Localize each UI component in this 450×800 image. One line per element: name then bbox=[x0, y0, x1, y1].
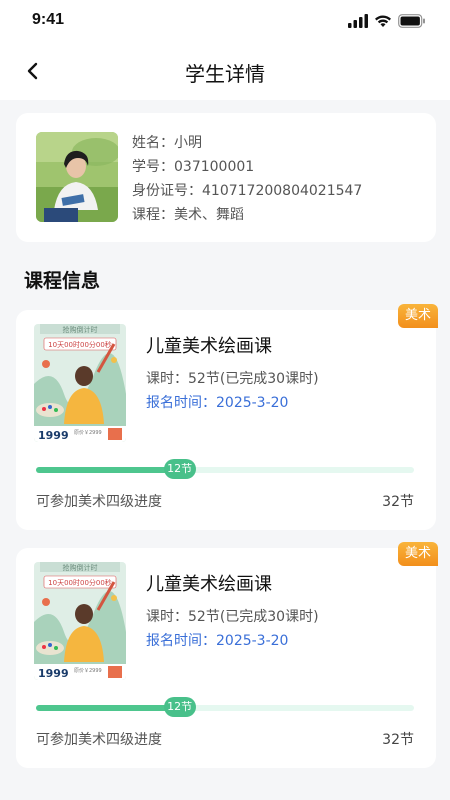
student-name: 姓名：小明 bbox=[132, 135, 202, 151]
student-info: 姓名：小明 学号：037100001 身份证号：4107172008040215… bbox=[132, 131, 362, 227]
progress-track: 12节 bbox=[36, 697, 414, 717]
course-section-title: 课程信息 bbox=[24, 270, 101, 292]
student-id-number: 身份证号：410717200804021547 bbox=[132, 183, 363, 199]
progress-description: 可参加美术四级进度 bbox=[36, 494, 162, 510]
course-enroll-date: 报名时间：2025-3-20 bbox=[146, 395, 289, 411]
course-card[interactable]: 美术 抢购倒计时 10天00时00分00秒 1999 原价￥2999 儿童美术绘… bbox=[16, 542, 438, 768]
thumb-orig-price: 原价￥2999 bbox=[74, 430, 102, 436]
student-courses: 课程：美术、舞蹈 bbox=[132, 207, 244, 223]
course-name: 儿童美术绘画课 bbox=[146, 574, 272, 595]
course-tag: 美术 bbox=[398, 542, 438, 566]
status-icons bbox=[348, 14, 426, 28]
student-number: 学号：037100001 bbox=[132, 159, 255, 175]
progress-total: 32节 bbox=[382, 732, 414, 748]
battery-icon bbox=[398, 14, 425, 28]
progress-description: 可参加美术四级进度 bbox=[36, 732, 162, 748]
thumb-orig-price: 原价￥2999 bbox=[74, 668, 102, 674]
progress-track: 12节 bbox=[36, 459, 414, 479]
student-avatar bbox=[36, 132, 118, 222]
student-profile-card: 姓名：小明 学号：037100001 身份证号：4107172008040215… bbox=[16, 113, 436, 242]
thumb-price: 1999 bbox=[38, 667, 69, 680]
course-thumbnail: 抢购倒计时 10天00时00分00秒 1999 原价￥2999 bbox=[34, 324, 126, 442]
status-bar: 9:41 bbox=[0, 0, 450, 44]
status-time: 9:41 bbox=[32, 11, 65, 28]
thumb-top-text: 抢购倒计时 bbox=[63, 563, 98, 572]
course-thumbnail: 抢购倒计时 10天00时00分00秒 1999 原价￥2999 bbox=[34, 562, 126, 680]
progress-fill bbox=[36, 467, 180, 473]
thumb-price: 1999 bbox=[38, 429, 69, 442]
wifi-icon bbox=[375, 15, 391, 27]
page-title: 学生详情 bbox=[185, 62, 265, 86]
course-hours: 课时：52节(已完成30课时) bbox=[146, 609, 319, 625]
thumb-top-text: 抢购倒计时 bbox=[63, 325, 98, 334]
course-card[interactable]: 美术 抢购倒计时 10天00时00分00秒 1999 原价￥2999 儿童美术绘… bbox=[16, 304, 438, 530]
progress-bubble: 12节 bbox=[163, 459, 196, 479]
progress-fill bbox=[36, 705, 180, 711]
thumb-countdown: 10天00时00分00秒 bbox=[48, 578, 112, 587]
thumb-countdown: 10天00时00分00秒 bbox=[48, 340, 112, 349]
signal-icon bbox=[348, 14, 368, 28]
course-tag: 美术 bbox=[398, 304, 438, 328]
course-name: 儿童美术绘画课 bbox=[146, 336, 272, 357]
progress-total: 32节 bbox=[382, 494, 414, 510]
nav-bar: 学生详情 bbox=[0, 44, 450, 100]
progress-bubble: 12节 bbox=[163, 697, 196, 717]
course-enroll-date: 报名时间：2025-3-20 bbox=[146, 633, 289, 649]
course-hours: 课时：52节(已完成30课时) bbox=[146, 371, 319, 387]
